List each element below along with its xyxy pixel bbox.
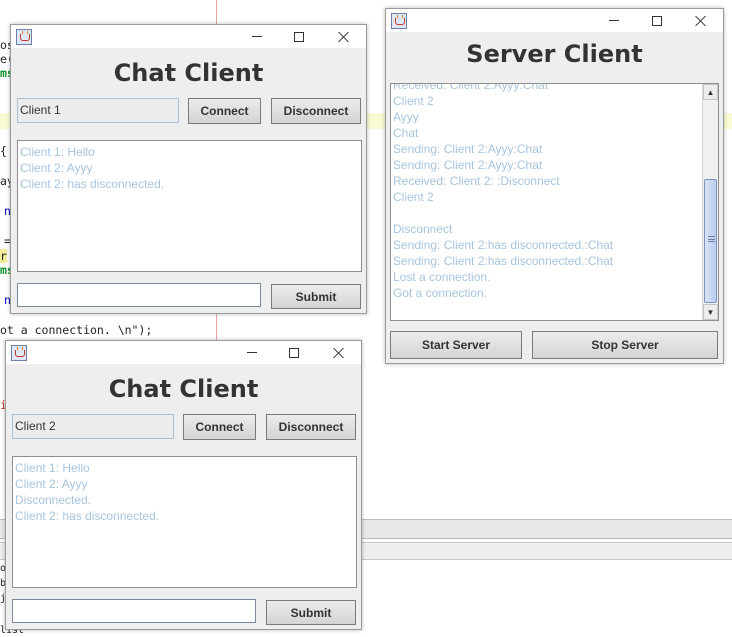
log-line: Received: Client 2: :Disconnect	[393, 174, 560, 188]
chat-message: Client 2: has disconnected.	[15, 509, 160, 523]
close-button[interactable]	[322, 25, 366, 48]
log-line: Ayyy	[393, 110, 419, 124]
scroll-down-arrow-icon[interactable]: ▼	[703, 304, 718, 320]
connect-button[interactable]: Connect	[183, 414, 256, 440]
close-icon	[338, 31, 350, 43]
server-log-lines: Received: Client 2:Ayyy:Chat Client 2 Ay…	[391, 83, 702, 301]
chat-message: Client 2: Ayyy	[15, 477, 88, 491]
submit-button[interactable]: Submit	[266, 600, 356, 625]
java-app-icon	[16, 29, 32, 45]
close-button[interactable]	[679, 9, 723, 32]
chat-message: Client 1: Hello	[20, 145, 95, 159]
close-icon	[333, 347, 345, 359]
chat-history-area: Client 1: Hello Client 2: Ayyy Client 2:…	[17, 140, 362, 272]
server-client-window: Server Client Received: Client 2:Ayyy:Ch…	[385, 8, 724, 364]
log-line: Received: Client 2:Ayyy:Chat	[393, 83, 549, 92]
scrollbar-thumb[interactable]	[704, 179, 717, 303]
log-line: Sending: Client 2:has disconnected.:Chat	[393, 238, 614, 252]
minimize-button[interactable]	[230, 341, 274, 364]
disconnect-button[interactable]: Disconnect	[266, 414, 356, 440]
maximize-button[interactable]	[635, 9, 679, 32]
chat-message: Client 2: Ayyy	[20, 161, 93, 175]
minimize-button[interactable]	[235, 25, 279, 48]
close-button[interactable]	[317, 341, 361, 364]
log-line: Client 2	[393, 190, 434, 204]
log-line: Client 2	[393, 94, 434, 108]
title-bar[interactable]	[386, 9, 723, 32]
minimize-icon	[247, 352, 257, 353]
log-line: Sending: Client 2:Ayyy:Chat	[393, 158, 543, 172]
message-input[interactable]	[17, 283, 261, 307]
disconnect-button[interactable]: Disconnect	[271, 98, 361, 124]
minimize-icon	[252, 36, 262, 37]
title-bar[interactable]	[6, 341, 361, 364]
chat-message: Client 2: has disconnected.	[20, 177, 165, 191]
log-line: Lost a connection.	[393, 270, 491, 284]
log-line: Chat	[393, 126, 419, 140]
maximize-button[interactable]	[277, 25, 321, 48]
chat-message: Client 1: Hello	[15, 461, 90, 475]
maximize-button[interactable]	[272, 341, 316, 364]
minimize-button[interactable]	[592, 9, 636, 32]
minimize-icon	[609, 20, 619, 21]
chat-message: Disconnected.	[15, 493, 92, 507]
log-scrollbar[interactable]: ▲ ▼	[702, 84, 718, 320]
connect-button[interactable]: Connect	[188, 98, 261, 124]
log-line: Sending: Client 2:has disconnected.:Chat	[393, 254, 614, 268]
title-bar[interactable]	[11, 25, 366, 48]
message-input[interactable]	[12, 599, 256, 623]
submit-button[interactable]: Submit	[271, 284, 361, 309]
scrollbar-grip-icon	[708, 236, 715, 242]
start-server-button[interactable]: Start Server	[390, 331, 522, 359]
scroll-up-arrow-icon[interactable]: ▲	[703, 84, 718, 100]
chat-history-area: Client 1: Hello Client 2: Ayyy Disconnec…	[12, 456, 357, 588]
code-line: {	[0, 144, 7, 158]
window-heading: Server Client	[466, 40, 643, 68]
maximize-icon	[289, 347, 299, 358]
window-heading: Chat Client	[108, 375, 259, 403]
client-name-field[interactable]: Client 2	[12, 414, 174, 439]
log-line: Got a connection.	[393, 286, 488, 300]
code-line: r	[0, 249, 7, 263]
maximize-icon	[652, 15, 662, 26]
java-app-icon	[391, 13, 407, 29]
stop-server-button[interactable]: Stop Server	[532, 331, 718, 359]
log-line: Disconnect	[393, 222, 453, 236]
maximize-icon	[294, 31, 304, 42]
window-heading: Chat Client	[113, 59, 264, 87]
chat-client-window-2: Chat Client Client 2 Connect Disconnect …	[5, 340, 362, 630]
close-icon	[695, 15, 707, 27]
log-line: Sending: Client 2:Ayyy:Chat	[393, 142, 543, 156]
server-log-area: Received: Client 2:Ayyy:Chat Client 2 Ay…	[390, 83, 719, 321]
code-line: ot a connection. \n");	[0, 323, 153, 337]
chat-client-window-1: Chat Client Client 1 Connect Disconnect …	[10, 24, 367, 314]
java-app-icon	[11, 345, 27, 361]
client-name-field[interactable]: Client 1	[17, 98, 179, 123]
